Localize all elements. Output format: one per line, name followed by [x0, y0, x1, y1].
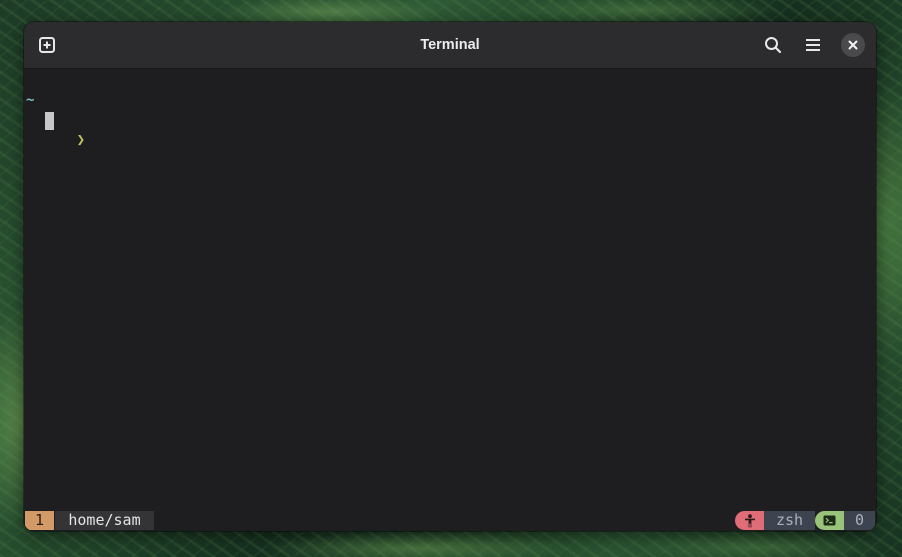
terminal-window: Terminal ~ ❯ 1 home/sam zsh 0: [24, 22, 876, 531]
terminal-icon: [823, 515, 836, 526]
header-bar: Terminal: [24, 22, 876, 69]
hamburger-menu-icon: [806, 39, 820, 51]
search-icon: [765, 37, 782, 54]
new-tab-button[interactable]: [33, 31, 61, 59]
text-cursor: [45, 112, 54, 130]
search-button[interactable]: [759, 31, 787, 59]
main-menu-button[interactable]: [799, 31, 827, 59]
terminal-view[interactable]: ~ ❯: [24, 69, 876, 510]
job-count: 0: [844, 511, 875, 530]
prompt-symbol: ❯: [76, 132, 86, 148]
close-button[interactable]: [841, 33, 865, 57]
current-path: home/sam: [55, 511, 154, 530]
shell-name: zsh: [764, 511, 815, 530]
terminal-segment: [815, 511, 844, 530]
person-icon: [744, 513, 755, 527]
window-title: Terminal: [420, 37, 480, 53]
current-directory: ~: [26, 92, 35, 108]
user-segment: [735, 511, 764, 530]
close-icon: [848, 40, 858, 50]
new-tab-icon: [39, 37, 55, 53]
prompt-line: ❯: [26, 110, 85, 148]
tmux-status-bar: 1 home/sam zsh 0: [24, 510, 876, 531]
window-number[interactable]: 1: [25, 511, 54, 530]
